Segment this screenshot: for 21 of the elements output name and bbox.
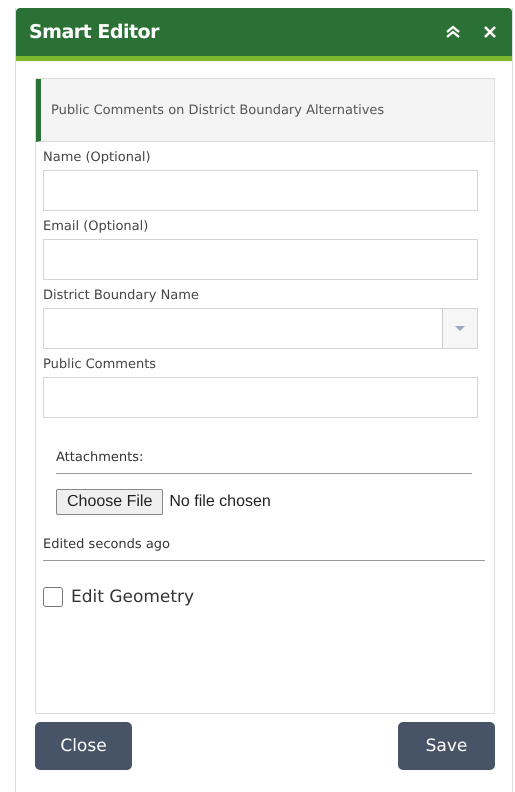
- field-label: District Boundary Name: [43, 288, 200, 303]
- save-button[interactable]: Save: [398, 722, 495, 770]
- dropdown-field[interactable]: [43, 308, 478, 349]
- field-label: Public Comments: [43, 357, 158, 372]
- window-title: Smart Editor: [29, 21, 159, 43]
- attachments-label: Attachments:: [56, 450, 472, 474]
- close-button[interactable]: Close: [35, 722, 132, 770]
- edited-status: Edited seconds ago: [43, 537, 485, 561]
- checkbox[interactable]: [43, 587, 63, 607]
- text-field[interactable]: [43, 170, 478, 211]
- field-label: Name (Optional): [43, 150, 152, 165]
- close-icon[interactable]: [483, 25, 497, 39]
- field-label: Email (Optional): [43, 219, 150, 234]
- collapse-icon[interactable]: [445, 25, 461, 39]
- file-status: No file chosen: [169, 493, 271, 511]
- caret-icon: [455, 326, 465, 332]
- text-field[interactable]: [43, 239, 478, 280]
- choose-file-button[interactable]: Choose File: [56, 489, 164, 515]
- layer-title: Public Comments on District Boundary Alternatives: [36, 79, 494, 142]
- text-field[interactable]: [43, 377, 478, 418]
- checkbox-label: Edit Geometry: [71, 587, 194, 607]
